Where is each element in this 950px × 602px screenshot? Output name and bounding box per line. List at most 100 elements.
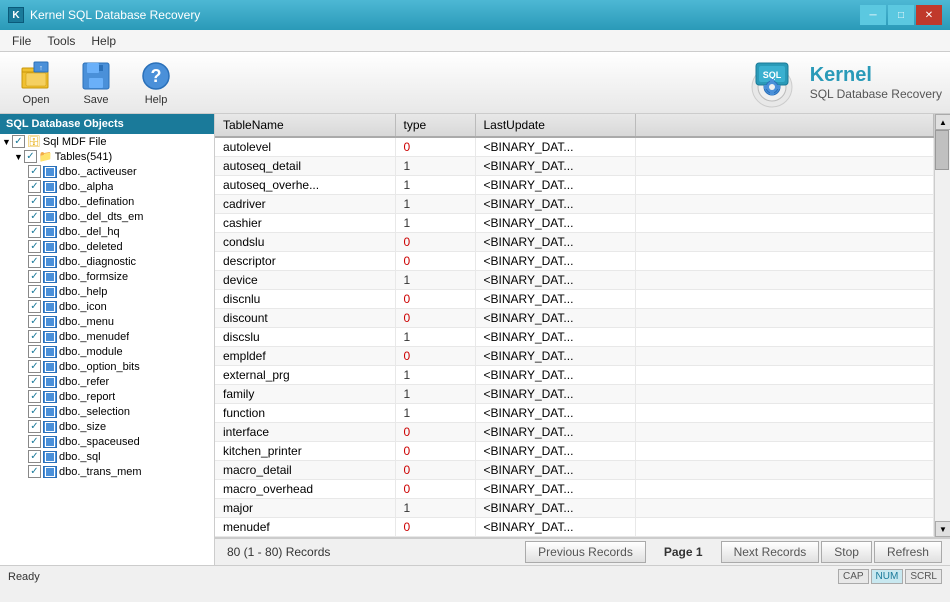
list-item[interactable]: dbo._spaceused [0, 434, 214, 449]
item-checkbox[interactable] [28, 435, 41, 448]
prev-records-button[interactable]: Previous Records [525, 541, 646, 563]
table-row[interactable]: empldef0<BINARY_DAT... [215, 347, 934, 366]
item-checkbox[interactable] [28, 405, 41, 418]
item-checkbox[interactable] [28, 315, 41, 328]
root-checkbox[interactable] [12, 135, 25, 148]
list-item[interactable]: dbo._refer [0, 374, 214, 389]
list-item[interactable]: dbo._diagnostic [0, 254, 214, 269]
minimize-button[interactable]: ─ [860, 5, 886, 25]
table-row[interactable]: family1<BINARY_DAT... [215, 385, 934, 404]
list-item[interactable]: dbo._del_dts_em [0, 209, 214, 224]
list-item[interactable]: dbo._alpha [0, 179, 214, 194]
table-row[interactable]: device1<BINARY_DAT... [215, 271, 934, 290]
cell-extra [635, 499, 934, 518]
table-row[interactable]: cadriver1<BINARY_DAT... [215, 195, 934, 214]
col-lastupdate[interactable]: LastUpdate [475, 114, 635, 137]
table-row[interactable]: external_prg1<BINARY_DAT... [215, 366, 934, 385]
open-button[interactable]: ↑ Open [8, 56, 64, 110]
menu-help[interactable]: Help [83, 32, 124, 50]
item-checkbox[interactable] [28, 270, 41, 283]
item-checkbox[interactable] [28, 165, 41, 178]
col-type[interactable]: type [395, 114, 475, 137]
item-label: dbo._trans_mem [59, 466, 142, 478]
table-row[interactable]: cashier1<BINARY_DAT... [215, 214, 934, 233]
item-checkbox[interactable] [28, 375, 41, 388]
next-records-button[interactable]: Next Records [721, 541, 820, 563]
menu-tools[interactable]: Tools [39, 32, 83, 50]
list-item[interactable]: dbo._activeuser [0, 164, 214, 179]
root-expand-arrow: ▼ [2, 137, 11, 147]
table-row[interactable]: menudef0<BINARY_DAT... [215, 518, 934, 537]
scrollbar-track[interactable] [935, 130, 950, 521]
refresh-button[interactable]: Refresh [874, 541, 942, 563]
list-item[interactable]: dbo._formsize [0, 269, 214, 284]
col-tablename[interactable]: TableName [215, 114, 395, 137]
maximize-button[interactable]: □ [888, 5, 914, 25]
item-checkbox[interactable] [28, 180, 41, 193]
list-item[interactable]: dbo._menudef [0, 329, 214, 344]
svg-text:SQL: SQL [762, 70, 781, 80]
cell-lastupdate: <BINARY_DAT... [475, 176, 635, 195]
list-item[interactable]: dbo._icon [0, 299, 214, 314]
table-row[interactable]: discslu1<BINARY_DAT... [215, 328, 934, 347]
table-row[interactable]: interface0<BINARY_DAT... [215, 423, 934, 442]
list-item[interactable]: dbo._del_hq [0, 224, 214, 239]
table-row[interactable]: autoseq_detail1<BINARY_DAT... [215, 157, 934, 176]
data-table-container[interactable]: TableName type LastUpdate autolevel0<BIN… [215, 114, 934, 537]
table-row[interactable]: kitchen_printer0<BINARY_DAT... [215, 442, 934, 461]
list-item[interactable]: dbo._trans_mem [0, 464, 214, 479]
scroll-up-button[interactable]: ▲ [935, 114, 950, 130]
item-checkbox[interactable] [28, 285, 41, 298]
vertical-scrollbar[interactable]: ▲ ▼ [934, 114, 950, 537]
table-row[interactable]: discnlu0<BINARY_DAT... [215, 290, 934, 309]
table-row[interactable]: macro_detail0<BINARY_DAT... [215, 461, 934, 480]
item-checkbox[interactable] [28, 330, 41, 343]
left-panel[interactable]: SQL Database Objects ▼ 🗄 Sql MDF File ▼ … [0, 114, 215, 565]
list-item[interactable]: dbo._menu [0, 314, 214, 329]
item-checkbox[interactable] [28, 240, 41, 253]
list-item[interactable]: dbo._defination [0, 194, 214, 209]
tables-group[interactable]: ▼ 📁 Tables(541) [0, 149, 214, 164]
table-icon [43, 226, 57, 238]
cell-type: 1 [395, 271, 475, 290]
stop-button[interactable]: Stop [821, 541, 872, 563]
item-checkbox[interactable] [28, 345, 41, 358]
table-row[interactable]: major1<BINARY_DAT... [215, 499, 934, 518]
svg-text:↑: ↑ [39, 65, 43, 72]
item-checkbox[interactable] [28, 360, 41, 373]
table-row[interactable]: function1<BINARY_DAT... [215, 404, 934, 423]
item-checkbox[interactable] [28, 255, 41, 268]
tables-checkbox[interactable] [24, 150, 37, 163]
menu-file[interactable]: File [4, 32, 39, 50]
list-item[interactable]: dbo._size [0, 419, 214, 434]
table-row[interactable]: autolevel0<BINARY_DAT... [215, 137, 934, 157]
item-checkbox[interactable] [28, 225, 41, 238]
table-row[interactable]: macro_overhead0<BINARY_DAT... [215, 480, 934, 499]
tree-root[interactable]: ▼ 🗄 Sql MDF File [0, 134, 214, 149]
item-checkbox[interactable] [28, 195, 41, 208]
help-button[interactable]: ? Help [128, 56, 184, 110]
table-row[interactable]: descriptor0<BINARY_DAT... [215, 252, 934, 271]
item-checkbox[interactable] [28, 210, 41, 223]
close-button[interactable]: ✕ [916, 5, 942, 25]
list-item[interactable]: dbo._help [0, 284, 214, 299]
list-item[interactable]: dbo._report [0, 389, 214, 404]
list-item[interactable]: dbo._deleted [0, 239, 214, 254]
item-checkbox[interactable] [28, 450, 41, 463]
save-button[interactable]: Save [68, 56, 124, 110]
scroll-down-button[interactable]: ▼ [935, 521, 950, 537]
table-row[interactable]: condslu0<BINARY_DAT... [215, 233, 934, 252]
list-item[interactable]: dbo._sql [0, 449, 214, 464]
table-row[interactable]: discount0<BINARY_DAT... [215, 309, 934, 328]
list-item[interactable]: dbo._option_bits [0, 359, 214, 374]
item-checkbox[interactable] [28, 420, 41, 433]
item-checkbox[interactable] [28, 465, 41, 478]
list-item[interactable]: dbo._selection [0, 404, 214, 419]
cell-type: 0 [395, 461, 475, 480]
menu-bar: File Tools Help [0, 30, 950, 52]
table-row[interactable]: autoseq_overhe...1<BINARY_DAT... [215, 176, 934, 195]
item-checkbox[interactable] [28, 390, 41, 403]
item-checkbox[interactable] [28, 300, 41, 313]
scrollbar-thumb[interactable] [935, 130, 949, 170]
list-item[interactable]: dbo._module [0, 344, 214, 359]
